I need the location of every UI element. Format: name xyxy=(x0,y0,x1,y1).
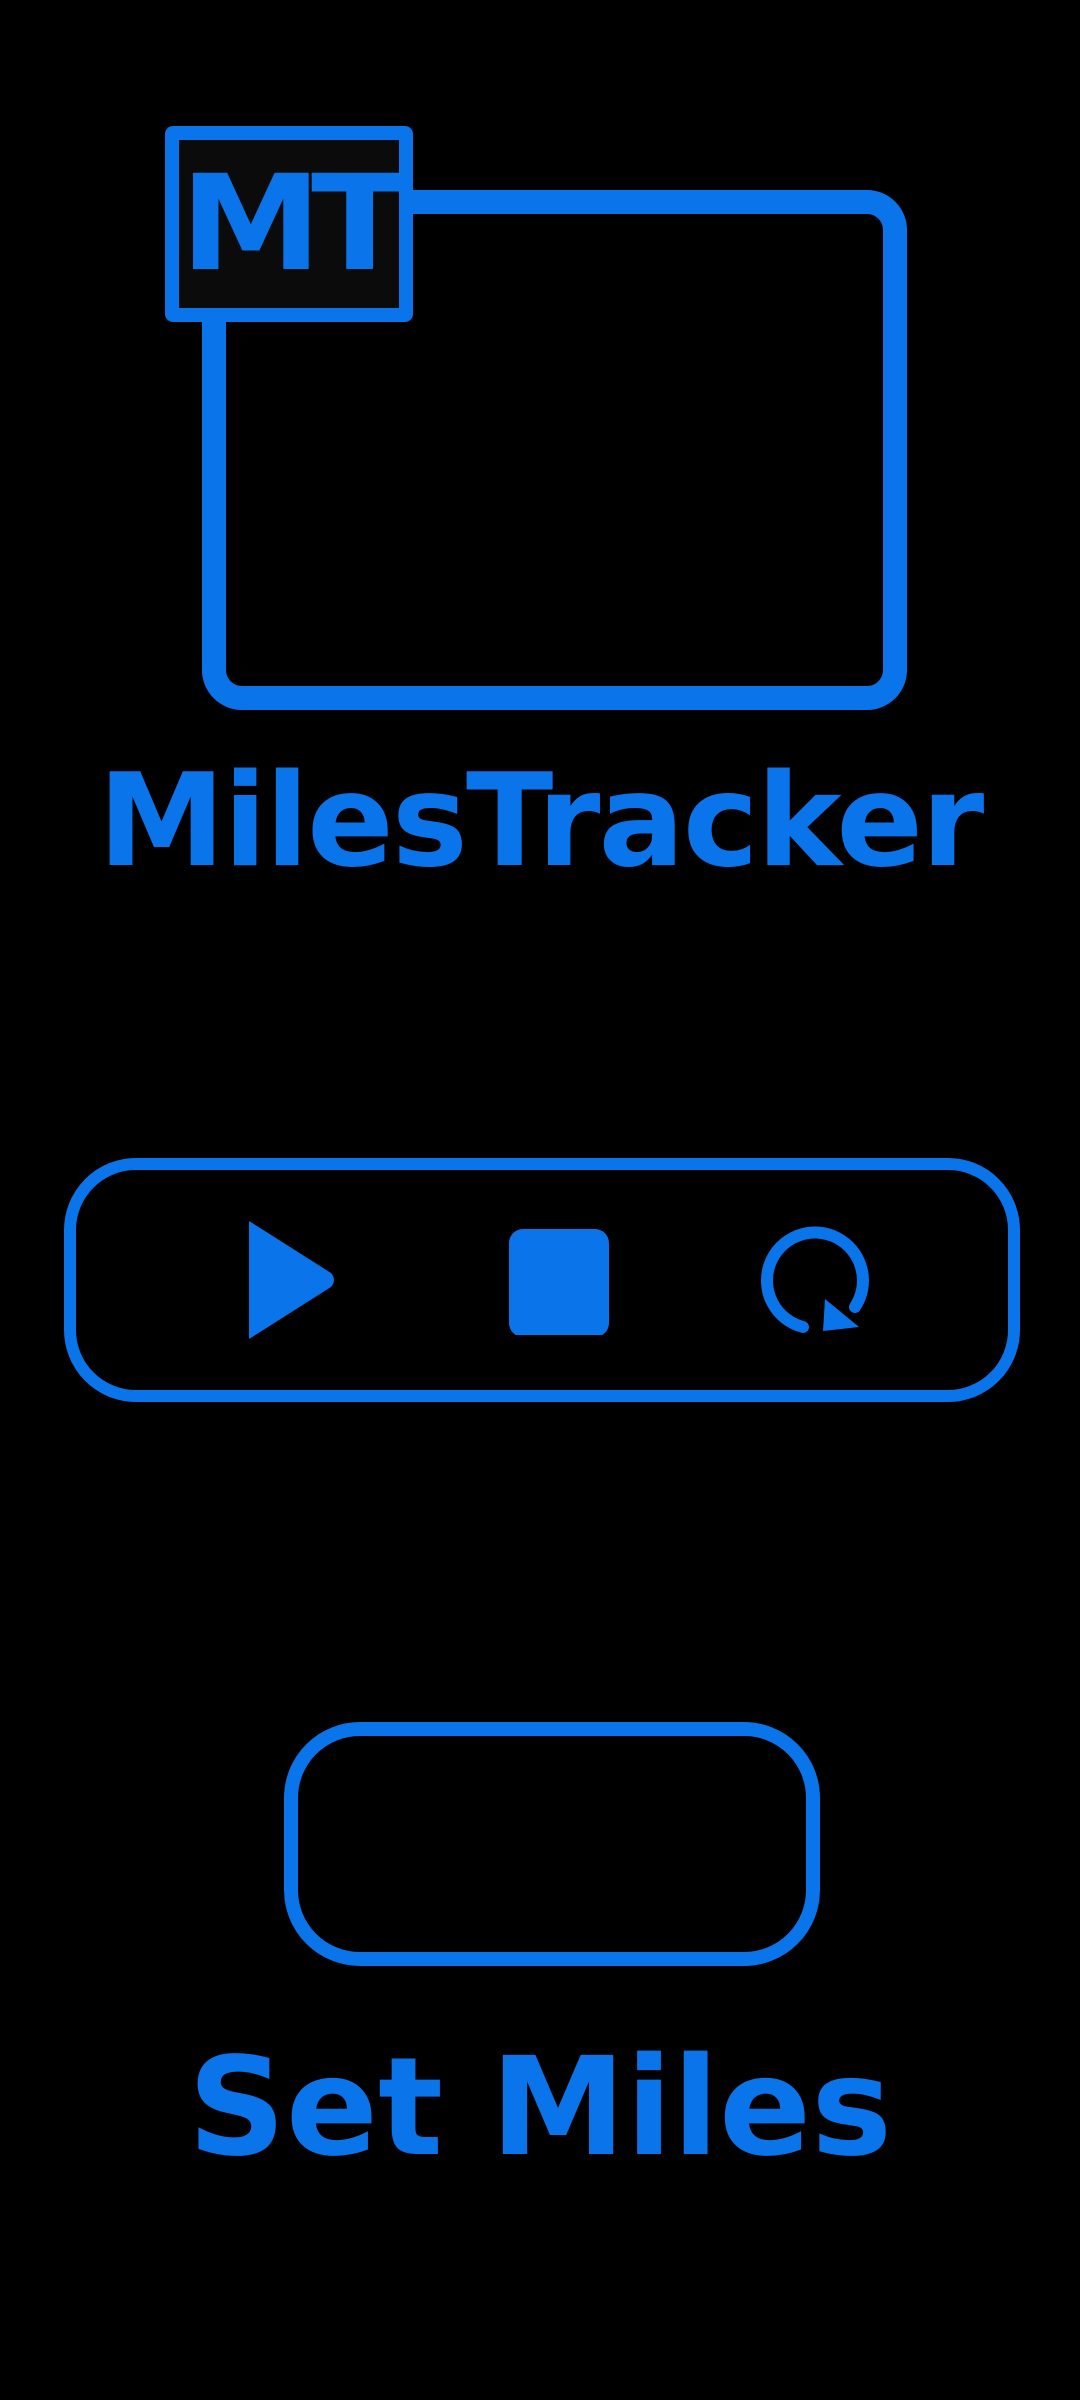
logo-badge: MT xyxy=(165,126,413,322)
miles-input[interactable] xyxy=(284,1722,820,1966)
play-icon xyxy=(249,1221,334,1339)
logo-badge-text: MT xyxy=(180,147,408,301)
reset-button[interactable] xyxy=(716,1170,916,1390)
set-miles-label: Set Miles xyxy=(187,2029,893,2187)
stop-button[interactable] xyxy=(460,1170,660,1390)
stop-icon xyxy=(509,1229,609,1335)
play-button[interactable] xyxy=(190,1170,390,1390)
reset-icon xyxy=(760,1226,869,1333)
app-title: MilesTracker xyxy=(97,747,984,896)
